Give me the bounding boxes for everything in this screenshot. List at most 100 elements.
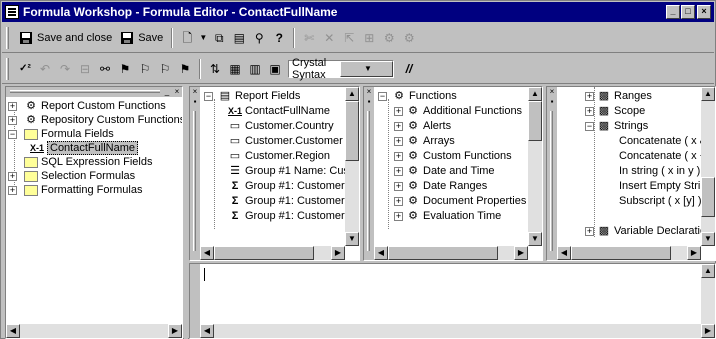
properties-icon[interactable]: ▤ <box>230 29 248 47</box>
expand-icon[interactable]: + <box>394 107 403 116</box>
pane-grip[interactable] <box>10 90 160 93</box>
tree-item-field[interactable]: Σ Group #1: Customer.Co <box>228 209 359 223</box>
scroll-left-icon[interactable]: ◀ <box>200 324 214 338</box>
pane-close-icon[interactable]: × <box>190 87 200 97</box>
expand-icon[interactable]: + <box>394 167 403 176</box>
expand-icon[interactable]: + <box>394 212 403 221</box>
field-tree-icon[interactable]: ▦ <box>226 60 244 78</box>
sort-tree-icon[interactable]: ⇅ <box>206 60 224 78</box>
tree-item-operator[interactable]: Subscript ( x [y] ) <box>619 194 702 208</box>
collapse-icon[interactable]: − <box>8 130 17 139</box>
pane-grip[interactable] <box>550 111 553 251</box>
show-icon[interactable]: ⊞ <box>360 29 378 47</box>
pane-minimize-icon[interactable]: _ <box>162 87 172 97</box>
tree-item-field[interactable]: ☰ Group #1 Name: Custo <box>228 164 358 178</box>
tree-item-field[interactable]: ▭ Customer.Customer Na <box>228 134 359 148</box>
vertical-scrollbar[interactable]: ▲ ▼ <box>528 87 542 246</box>
vertical-scrollbar[interactable]: ▲ <box>701 264 715 324</box>
expand-icon[interactable]: + <box>585 107 594 116</box>
scroll-thumb[interactable] <box>345 101 359 161</box>
undo-icon[interactable]: ↶ <box>36 60 54 78</box>
tree-item-field[interactable]: ▭ Customer.Region <box>228 149 330 163</box>
toggle-icon[interactable]: ⚙ <box>380 29 398 47</box>
scroll-left-icon[interactable]: ◀ <box>6 324 20 338</box>
scroll-left-icon[interactable]: ◀ <box>200 246 214 260</box>
scroll-down-icon[interactable]: ▼ <box>345 232 359 246</box>
close-button[interactable]: × <box>697 5 711 19</box>
pane-minimize-icon[interactable]: ▪ <box>547 97 557 107</box>
wand-icon[interactable]: ⚲ <box>250 29 268 47</box>
scroll-thumb[interactable] <box>701 177 715 217</box>
find-icon[interactable]: ⚯ <box>96 60 114 78</box>
comment-button[interactable]: // <box>400 60 418 78</box>
vertical-scrollbar[interactable]: ▲ ▼ <box>345 87 359 246</box>
pane-close-icon[interactable]: × <box>172 87 182 97</box>
scroll-up-icon[interactable]: ▲ <box>528 87 542 101</box>
pane-close-icon[interactable]: × <box>364 87 374 97</box>
vertical-scrollbar[interactable]: ▲ ▼ <box>701 87 715 246</box>
vertical-splitter[interactable] <box>184 86 188 339</box>
expand-icon[interactable]: + <box>394 122 403 131</box>
scroll-up-icon[interactable]: ▲ <box>345 87 359 101</box>
redo-icon[interactable]: ↷ <box>56 60 74 78</box>
expand-icon[interactable]: + <box>8 172 17 181</box>
expand-icon[interactable]: + <box>394 152 403 161</box>
pane-minimize-icon[interactable]: ▪ <box>190 97 200 107</box>
pane-minimize-icon[interactable]: ▪ <box>364 97 374 107</box>
new-icon[interactable]: 🗋 <box>178 29 196 47</box>
tree-item-operator[interactable]: In string ( x in y ) <box>619 164 700 178</box>
tree-item-field[interactable]: Σ Group #1: Customer.Co <box>228 179 359 193</box>
function-tree-icon[interactable]: ▥ <box>246 60 264 78</box>
pane-grip[interactable] <box>193 111 196 251</box>
scroll-down-icon[interactable]: ▼ <box>701 232 715 246</box>
scroll-thumb[interactable] <box>528 101 542 141</box>
cut-icon[interactable]: ✄ <box>300 29 318 47</box>
help-icon[interactable]: ? <box>270 29 288 47</box>
horizontal-scrollbar[interactable]: ◀ ▶ <box>200 246 345 260</box>
chevron-down-icon[interactable]: ▼ <box>340 60 393 77</box>
horizontal-scrollbar[interactable]: ◀ ▶ <box>557 246 701 260</box>
expand-icon[interactable]: + <box>8 186 17 195</box>
expand-icon[interactable]: + <box>394 137 403 146</box>
horizontal-scrollbar[interactable]: ◀ ▶ <box>374 246 528 260</box>
scroll-thumb[interactable] <box>388 246 498 260</box>
tree-item-field[interactable]: X-1 ContactFullName <box>228 104 330 118</box>
bookmark-toggle-icon[interactable]: ⚑ <box>116 60 134 78</box>
scroll-right-icon[interactable]: ▶ <box>687 246 701 260</box>
toolbar-grip[interactable] <box>6 57 9 80</box>
expand-icon[interactable]: + <box>585 227 594 236</box>
expand-icon[interactable]: + <box>8 116 17 125</box>
scroll-thumb[interactable] <box>571 246 671 260</box>
pane-close-icon[interactable]: × <box>547 87 557 97</box>
save-button[interactable]: Save <box>116 27 167 49</box>
operator-tree-icon[interactable]: ▣ <box>266 60 284 78</box>
formula-text-area[interactable]: ▲ ◀ ▶ <box>200 264 715 338</box>
expand-icon[interactable]: ⇱ <box>340 29 358 47</box>
scroll-up-icon[interactable]: ▲ <box>701 264 715 278</box>
toolbar-grip[interactable] <box>6 26 9 49</box>
collapse-icon[interactable]: − <box>204 92 213 101</box>
check-icon[interactable]: ✓² <box>16 60 34 78</box>
bookmark-next-icon[interactable]: ⚐ <box>136 60 154 78</box>
delete-icon[interactable]: ✕ <box>320 29 338 47</box>
maximize-button[interactable]: □ <box>681 5 695 19</box>
scroll-right-icon[interactable]: ▶ <box>168 324 182 338</box>
tree-item-field[interactable]: ▭ Customer.Country <box>228 119 334 133</box>
save-and-close-button[interactable]: Save and close <box>15 27 116 49</box>
collapse-icon[interactable]: − <box>585 122 594 131</box>
syntax-select[interactable]: Crystal Syntax ▼ <box>288 57 394 81</box>
horizontal-scrollbar[interactable]: ◀ ▶ <box>200 324 715 338</box>
pane-grip[interactable] <box>367 111 370 251</box>
new-dropdown-icon[interactable]: ▼ <box>198 29 208 47</box>
scroll-left-icon[interactable]: ◀ <box>557 246 571 260</box>
minimize-button[interactable]: _ <box>666 5 680 19</box>
scroll-right-icon[interactable]: ▶ <box>514 246 528 260</box>
bookmark-clear-icon[interactable]: ⚑ <box>176 60 194 78</box>
expand-icon[interactable]: + <box>585 92 594 101</box>
scroll-right-icon[interactable]: ▶ <box>701 324 715 338</box>
collapse-icon[interactable]: − <box>378 92 387 101</box>
tree-item-contactfullname[interactable]: X-1 ContactFullName <box>30 141 138 155</box>
browse-icon[interactable]: ⊟ <box>76 60 94 78</box>
horizontal-scrollbar[interactable]: ◀ ▶ <box>6 324 182 338</box>
scroll-right-icon[interactable]: ▶ <box>331 246 345 260</box>
